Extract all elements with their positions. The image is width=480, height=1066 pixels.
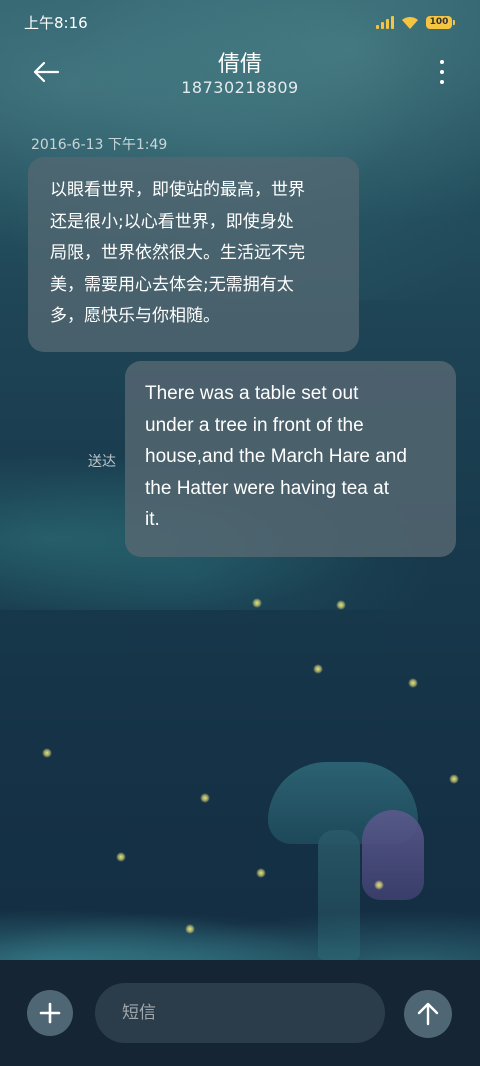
composer-bar [0, 960, 480, 1066]
contact-name[interactable]: 倩倩 [0, 46, 480, 78]
firefly-icon [336, 600, 346, 610]
status-bar: 上午8:16 100 [0, 0, 480, 44]
wallpaper-mushroom-stem [318, 830, 360, 960]
incoming-message-bubble[interactable]: 以眼看世界，即使站的最高，世界 还是很小;以心看世界，即使身处 局限，世界依然很… [28, 157, 359, 352]
firefly-icon [256, 868, 266, 878]
delivery-status: 送达 [88, 454, 116, 470]
battery-icon: 100 [426, 15, 455, 29]
conversation-header: 倩倩 18730218809 [0, 44, 480, 104]
message-line: 以眼看世界，即使站的最高，世界 [50, 180, 305, 200]
firefly-icon [449, 774, 459, 784]
firefly-icon [313, 664, 323, 674]
messaging-screen: 上午8:16 100 倩倩 18730218809 2016-6-13 下午1:… [0, 0, 480, 1066]
message-line: the Hatter were having tea at [145, 477, 389, 499]
more-vertical-icon [440, 60, 444, 64]
arrow-up-icon [417, 1002, 439, 1026]
wifi-icon [402, 16, 418, 29]
attach-button[interactable] [27, 990, 73, 1036]
status-icons: 100 [376, 13, 455, 31]
firefly-icon [185, 924, 195, 934]
message-timestamp: 2016-6-13 下午1:49 [31, 137, 168, 153]
firefly-icon [200, 793, 210, 803]
signal-icon [376, 15, 394, 29]
send-button[interactable] [404, 990, 452, 1038]
message-line: 多，愿快乐与你相随。 [50, 306, 220, 326]
wallpaper-mushroom-icon [268, 762, 418, 844]
message-line: There was a table set out [145, 383, 359, 404]
wallpaper-purple-mushroom-icon [362, 810, 424, 900]
more-options-button[interactable] [438, 60, 446, 84]
firefly-icon [252, 598, 262, 608]
message-line: house,and the March Hare and [145, 446, 407, 467]
message-line: 还是很小;以心看世界，即使身处 [50, 211, 294, 232]
wallpaper-bushes [0, 880, 480, 970]
message-line: 局限，世界依然很大。生活远不完 [50, 243, 305, 263]
firefly-icon [116, 852, 126, 862]
message-line: under a tree in front of the [145, 414, 364, 436]
firefly-icon [42, 748, 52, 758]
message-input[interactable] [95, 983, 385, 1043]
message-line: it. [145, 509, 160, 530]
message-line: 美，需要用心去体会;无需拥有太 [50, 274, 294, 295]
contact-number[interactable]: 18730218809 [0, 78, 480, 97]
plus-icon [39, 1002, 61, 1024]
firefly-icon [374, 880, 384, 890]
firefly-icon [408, 678, 418, 688]
status-time: 上午8:16 [24, 14, 88, 32]
outgoing-message-bubble[interactable]: There was a table set out under a tree i… [125, 361, 456, 557]
